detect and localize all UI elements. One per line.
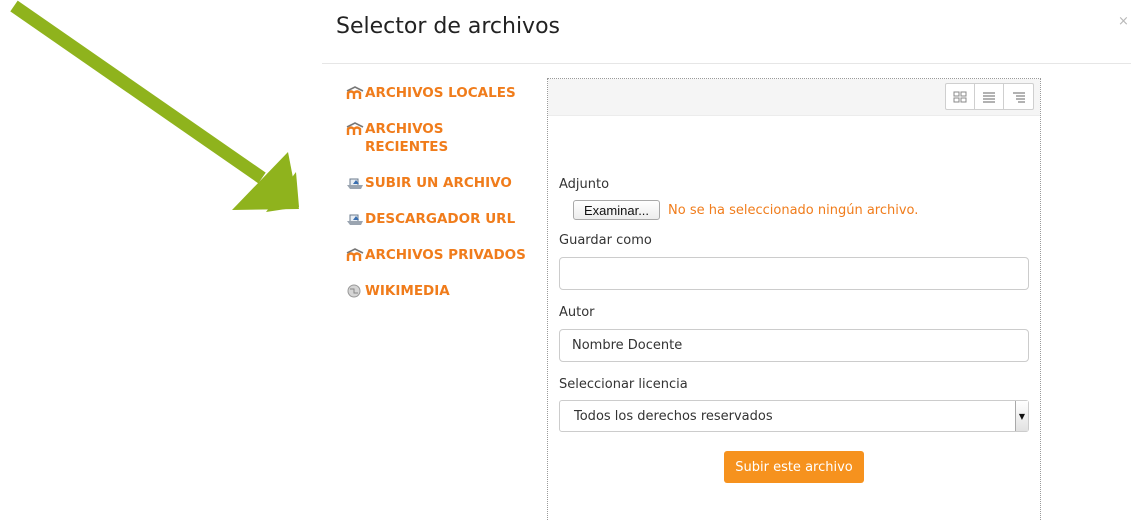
repo-descargador-url[interactable]: DESCARGADOR URL	[346, 210, 526, 228]
license-selected-value: Todos los derechos reservados	[574, 408, 773, 424]
repo-label: SUBIR UN ARCHIVO	[365, 175, 512, 191]
close-icon[interactable]: ×	[1118, 14, 1129, 29]
repo-wikimedia[interactable]: WIKIMEDIA	[346, 282, 526, 300]
attachment-label: Adjunto	[559, 177, 610, 192]
repo-label: WIKIMEDIA	[365, 283, 450, 299]
file-picker-panel: Adjunto Examinar... No se ha seleccionad…	[547, 78, 1041, 520]
tree-view-icon[interactable]	[1004, 84, 1033, 109]
file-chooser: Examinar... No se ha seleccionado ningún…	[559, 200, 1029, 220]
repo-label: ARCHIVOS RECIENTES	[365, 121, 449, 155]
repository-list: ARCHIVOS LOCALES ARCHIVOS RECIENTES SUBI…	[346, 84, 526, 318]
list-view-icon[interactable]	[975, 84, 1004, 109]
upload-form: Adjunto Examinar... No se ha seleccionad…	[559, 177, 1029, 483]
upload-file-button[interactable]: Subir este archivo	[724, 451, 864, 483]
browse-button[interactable]: Examinar...	[573, 200, 661, 220]
dialog-title: Selector de archivos	[336, 14, 560, 39]
repo-archivos-locales[interactable]: ARCHIVOS LOCALES	[346, 84, 526, 102]
repo-subir-archivo[interactable]: SUBIR UN ARCHIVO	[346, 174, 526, 192]
license-label: Seleccionar licencia	[559, 377, 688, 392]
header-divider	[322, 63, 1131, 64]
moodle-icon	[346, 248, 364, 261]
wikimedia-globe-icon	[347, 284, 361, 298]
repo-label: DESCARGADOR URL	[365, 211, 516, 227]
save-as-label: Guardar como	[559, 233, 652, 248]
save-as-input[interactable]	[559, 257, 1029, 290]
moodle-icon	[346, 86, 364, 99]
view-toolbar	[548, 79, 1040, 116]
upload-icon	[347, 214, 363, 225]
file-status-text: No se ha seleccionado ningún archivo.	[668, 202, 919, 218]
author-input[interactable]	[559, 329, 1029, 362]
icons-view-icon[interactable]	[946, 84, 975, 109]
chevron-down-icon: ▼	[1015, 401, 1028, 431]
repo-archivos-privados[interactable]: ARCHIVOS PRIVADOS	[346, 246, 526, 264]
green-pointer-arrow	[10, 0, 299, 212]
author-label: Autor	[559, 305, 595, 320]
repo-label: ARCHIVOS PRIVADOS	[365, 247, 526, 263]
view-mode-group	[945, 83, 1034, 110]
upload-icon	[347, 178, 363, 189]
repo-label: ARCHIVOS LOCALES	[365, 85, 516, 101]
license-select[interactable]: Todos los derechos reservados ▼	[559, 400, 1029, 432]
moodle-icon	[346, 122, 364, 135]
repo-archivos-recientes[interactable]: ARCHIVOS RECIENTES	[346, 120, 486, 156]
